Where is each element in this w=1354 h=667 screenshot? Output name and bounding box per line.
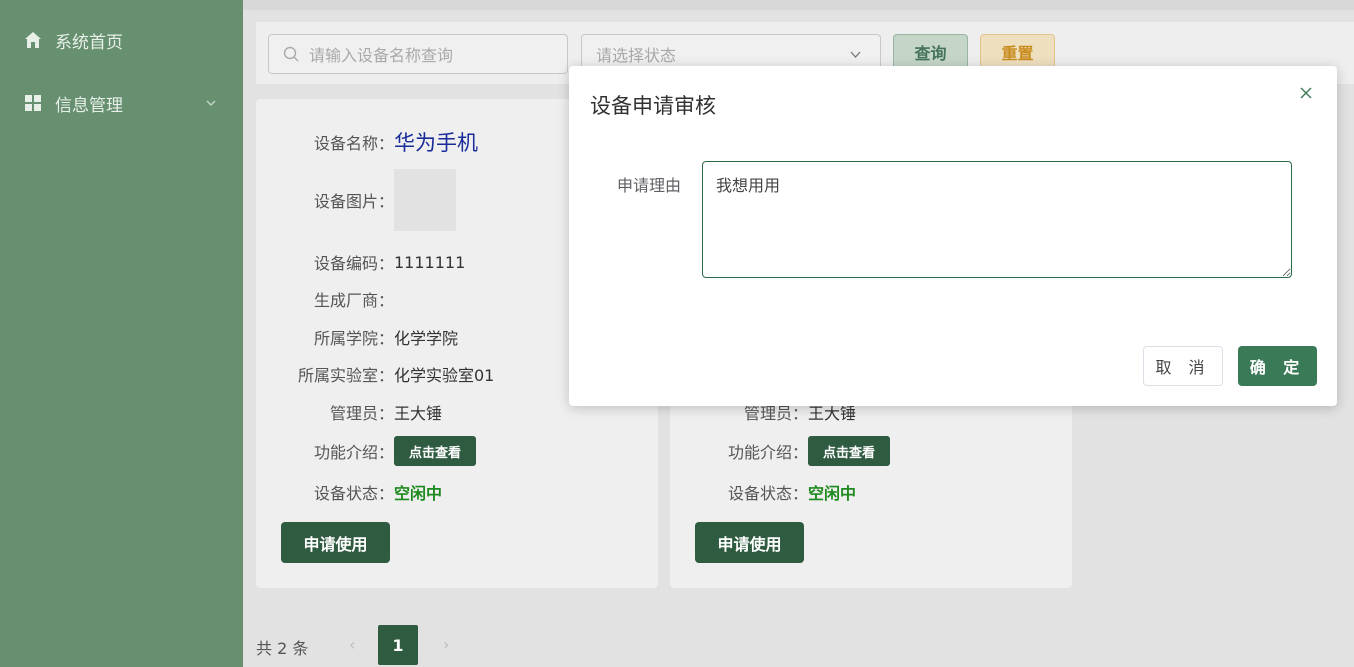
search-input[interactable]: 请输入设备名称查询: [268, 34, 568, 74]
device-lab: 化学实验室01: [394, 366, 495, 385]
confirm-button[interactable]: 确 定: [1238, 346, 1317, 386]
field-label: 管理员：: [329, 404, 394, 423]
apply-review-dialog: 设备申请审核 申请理由 我想用用 取 消 确 定: [569, 66, 1337, 406]
field-label: 生成厂商：: [313, 291, 394, 310]
sidebar: 系统首页 信息管理: [0, 0, 243, 667]
view-intro-button[interactable]: 点击查看: [808, 436, 891, 466]
field-label: 设备图片：: [313, 192, 394, 211]
device-status-row: 设备状态： 空闲中: [670, 479, 1072, 505]
dialog-title: 设备申请审核: [590, 94, 716, 118]
status-placeholder: 请选择状态: [596, 46, 677, 65]
sidebar-item-label: 系统首页: [55, 32, 123, 53]
reason-textarea[interactable]: 我想用用: [702, 161, 1292, 278]
field-label: 功能介绍：: [313, 443, 394, 462]
prev-page-icon[interactable]: ‹: [349, 635, 355, 654]
pagination: 共 2 条 ‹ 1 ›: [256, 625, 556, 665]
field-label: 设备名称：: [313, 134, 394, 153]
search-icon: [283, 46, 299, 62]
grid-icon: [25, 95, 41, 111]
chevron-down-icon: [850, 51, 861, 58]
pagination-total: 共 2 条: [256, 639, 309, 658]
sidebar-item-label: 信息管理: [55, 95, 123, 116]
device-image: [394, 169, 456, 231]
sidebar-item-home[interactable]: 系统首页: [0, 20, 243, 60]
field-label: 所属实验室：: [297, 366, 394, 385]
page-number-current[interactable]: 1: [378, 625, 418, 665]
view-intro-button[interactable]: 点击查看: [394, 436, 477, 466]
device-name: 华为手机: [394, 131, 478, 155]
reason-label: 申请理由: [617, 176, 682, 195]
apply-button[interactable]: 申请使用: [281, 522, 390, 563]
sidebar-item-info-management[interactable]: 信息管理: [0, 83, 243, 123]
next-page-icon[interactable]: ›: [443, 635, 449, 654]
chevron-down-icon: [206, 100, 216, 106]
field-label: 设备状态：: [727, 484, 808, 503]
close-icon[interactable]: [1298, 85, 1314, 101]
device-intro-row: 功能介绍： 点击查看: [670, 436, 1072, 466]
device-code: 1111111: [394, 252, 466, 272]
status-badge: 空闲中: [808, 484, 857, 503]
field-label: 功能介绍：: [727, 443, 808, 462]
home-icon: [25, 32, 41, 48]
device-admin: 王大锤: [394, 404, 443, 423]
reset-button[interactable]: 重置: [980, 34, 1055, 70]
device-intro-row: 功能介绍： 点击查看: [256, 436, 658, 466]
cancel-button[interactable]: 取 消: [1143, 346, 1223, 386]
search-placeholder: 请输入设备名称查询: [309, 46, 454, 65]
status-badge: 空闲中: [394, 484, 443, 503]
field-label: 设备状态：: [313, 484, 394, 503]
top-strip: [243, 0, 1354, 10]
device-status-row: 设备状态： 空闲中: [256, 479, 658, 505]
field-label: 所属学院：: [313, 329, 394, 348]
field-label: 设备编码：: [313, 254, 394, 273]
apply-button[interactable]: 申请使用: [695, 522, 804, 563]
query-button[interactable]: 查询: [893, 34, 968, 70]
device-college: 化学学院: [394, 329, 459, 348]
